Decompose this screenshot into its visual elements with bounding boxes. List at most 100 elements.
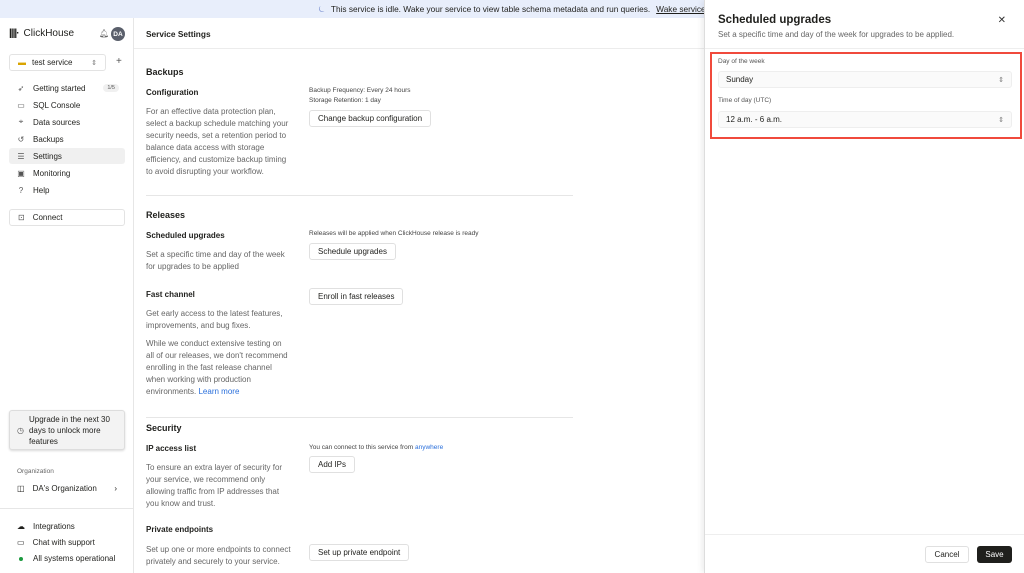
change-backup-config-button[interactable]: Change backup configuration — [309, 110, 432, 127]
divider — [705, 534, 1024, 535]
backup-frequency: Backup Frequency: Every 24 hours — [309, 87, 411, 94]
learn-more-link[interactable]: Learn more — [198, 387, 239, 396]
storage-retention: Storage Retention: 1 day — [309, 97, 381, 104]
service-name: test service — [32, 58, 73, 67]
ip-note-text: You can connect to this service from — [309, 444, 414, 451]
day-value: Sunday — [726, 75, 754, 84]
sidebar-item-help[interactable]: ? Help — [9, 182, 125, 198]
schedule-upgrades-button[interactable]: Schedule upgrades — [309, 243, 396, 260]
release-note: Releases will be applied when ClickHouse… — [309, 230, 479, 237]
bell-icon[interactable]: 🔔︎ — [99, 29, 109, 38]
add-ips-button[interactable]: Add IPs — [309, 456, 356, 473]
chat-support-link[interactable]: ▭ Chat with support — [17, 538, 95, 547]
clickhouse-logo-icon: ||||· — [9, 28, 19, 39]
help-icon: ? — [18, 185, 24, 195]
clock-icon: ◷ — [17, 425, 24, 435]
status-label: All systems operational — [33, 554, 116, 563]
time-label: Time of day (UTC) — [718, 97, 772, 104]
day-label: Day of the week — [718, 58, 765, 65]
main-content: Service Settings Backups Configuration F… — [134, 18, 704, 573]
connect-icon: ⊡ — [18, 213, 25, 222]
sidebar-item-label: Help — [33, 185, 50, 195]
sidebar-item-label: Monitoring — [33, 168, 71, 178]
backup-description: For an effective data protection plan, s… — [146, 107, 289, 176]
configuration-title: Configuration — [146, 88, 199, 97]
enroll-fast-releases-button[interactable]: Enroll in fast releases — [309, 288, 404, 305]
service-selector[interactable]: ▬ test service ⇕ — [9, 54, 106, 71]
chevron-updown-icon: ⇕ — [91, 59, 97, 67]
sidebar-item-label: Settings — [33, 151, 62, 161]
time-value: 12 a.m. - 6 a.m. — [726, 115, 783, 124]
sidebar-item-getting-started[interactable]: ➶ Getting started 1/5 — [9, 80, 125, 96]
page-title: Service Settings — [146, 29, 211, 39]
security-heading: Security — [146, 423, 182, 433]
status-dot-icon — [19, 556, 23, 561]
sidebar-item-label: SQL Console — [33, 100, 81, 110]
rocket-icon: ➶ — [17, 83, 25, 93]
upgrade-text: Upgrade in the next 30 days to unlock mo… — [28, 414, 110, 446]
organization-selector[interactable]: ◫ DA's Organization › — [17, 484, 117, 493]
private-endpoints-description: Set up one or more endpoints to connect … — [146, 545, 291, 566]
connect-button[interactable]: ⊡ Connect — [9, 209, 125, 226]
banner-text: This service is idle. Wake your service … — [330, 4, 651, 14]
logo[interactable]: ||||· ClickHouse — [9, 28, 74, 39]
sidebar-item-settings[interactable]: ☰ Settings — [9, 148, 125, 164]
ip-note: You can connect to this service from any… — [309, 443, 443, 453]
scheduled-upgrades-title: Scheduled upgrades — [146, 231, 225, 240]
time-of-day-select[interactable]: 12 a.m. - 6 a.m. ⇕ — [718, 111, 1012, 128]
add-service-button[interactable]: + — [116, 56, 122, 67]
sidebar-item-data-sources[interactable]: ⌖ Data sources — [9, 114, 125, 130]
sidebar-item-sql-console[interactable]: ▭ SQL Console — [9, 97, 125, 113]
integrations-label: Integrations — [33, 522, 75, 531]
wake-service-link[interactable]: Wake service — [656, 4, 706, 14]
avatar[interactable]: DA — [111, 27, 125, 41]
divider — [146, 195, 573, 196]
monitoring-icon: ▣ — [17, 168, 25, 178]
divider — [146, 417, 573, 418]
sidebar: ||||· ClickHouse 🔔︎ DA ▬ test service ⇕ + ➶… — [0, 18, 134, 573]
chevron-updown-icon: ⇕ — [998, 76, 1004, 84]
anywhere-link[interactable]: anywhere — [415, 444, 443, 451]
chevron-right-icon: › — [114, 484, 117, 493]
console-icon: ▭ — [17, 100, 25, 110]
private-endpoints-title: Private endpoints — [146, 525, 214, 534]
close-icon[interactable]: ✕ — [998, 15, 1006, 26]
system-status-link[interactable]: All systems operational — [17, 554, 115, 563]
integrations-icon: ☁︎ — [17, 522, 25, 531]
fast-channel-warning: While we conduct extensive testing on al… — [146, 338, 291, 398]
idle-icon: ⏾ — [318, 3, 325, 14]
divider — [0, 508, 133, 509]
panel-title: Scheduled upgrades — [718, 14, 832, 26]
sidebar-item-backups[interactable]: ↺ Backups — [9, 131, 125, 147]
progress-badge: 1/5 — [103, 84, 119, 92]
panel-subtitle: Set a specific time and day of the week … — [718, 30, 955, 39]
setup-private-endpoint-button[interactable]: Set up private endpoint — [309, 544, 410, 561]
data-sources-icon: ⌖ — [18, 117, 24, 126]
brand-name: ClickHouse — [23, 28, 75, 39]
integrations-link[interactable]: ☁︎ Integrations — [17, 522, 75, 531]
releases-heading: Releases — [146, 210, 186, 220]
organization-icon: ◫ — [17, 484, 25, 493]
connect-label: Connect — [32, 213, 63, 222]
service-icon: ▬ — [18, 58, 26, 67]
chat-icon: ▭ — [17, 538, 25, 547]
divider — [705, 48, 1024, 49]
backup-icon: ↺ — [17, 134, 25, 144]
ip-access-description: To ensure an extra layer of security for… — [146, 463, 283, 508]
sidebar-item-monitoring[interactable]: ▣ Monitoring — [9, 165, 125, 181]
scheduled-upgrades-description: Set a specific time and day of the week … — [146, 250, 285, 271]
cancel-button[interactable]: Cancel — [925, 546, 969, 563]
scheduled-upgrades-panel: Scheduled upgrades Set a specific time a… — [704, 0, 1024, 573]
save-button[interactable]: Save — [977, 546, 1012, 563]
sidebar-item-label: Getting started — [33, 83, 86, 93]
organization-label: Organization — [17, 468, 54, 475]
upgrade-card[interactable]: ◷ Upgrade in the next 30 days to unlock m… — [9, 410, 125, 450]
fast-channel-description: Get early access to the latest features,… — [146, 309, 283, 330]
sidebar-item-label: Data sources — [33, 117, 81, 127]
day-of-week-select[interactable]: Sunday ⇕ — [718, 71, 1012, 88]
fast-channel-title: Fast channel — [146, 290, 195, 299]
backup-meta: Backup Frequency: Every 24 hours Storage … — [309, 86, 411, 106]
chat-label: Chat with support — [32, 538, 95, 547]
organization-name: DA's Organization — [32, 484, 97, 493]
sidebar-item-label: Backups — [33, 134, 64, 144]
